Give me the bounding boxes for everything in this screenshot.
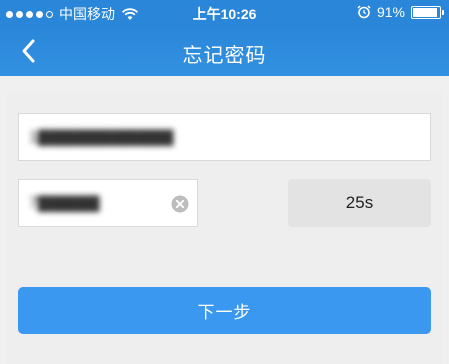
verification-code-field[interactable] — [18, 179, 198, 227]
verification-code-input[interactable] — [29, 180, 157, 226]
clear-icon[interactable] — [171, 195, 189, 213]
page-title: 忘记密码 — [182, 45, 267, 67]
phone-field[interactable] — [18, 113, 431, 161]
status-right: 91% — [357, 4, 444, 20]
alarm-icon — [357, 5, 371, 19]
battery-icon — [411, 5, 444, 19]
resend-countdown-button[interactable]: 25s — [288, 179, 431, 227]
status-bar: 中国移动 上午10:26 91% — [0, 0, 449, 26]
nav-bar: 忘记密码 — [0, 26, 449, 76]
next-step-button[interactable]: 下一步 — [18, 287, 431, 334]
battery-percent: 91% — [376, 4, 405, 20]
phone-input[interactable] — [29, 114, 390, 160]
